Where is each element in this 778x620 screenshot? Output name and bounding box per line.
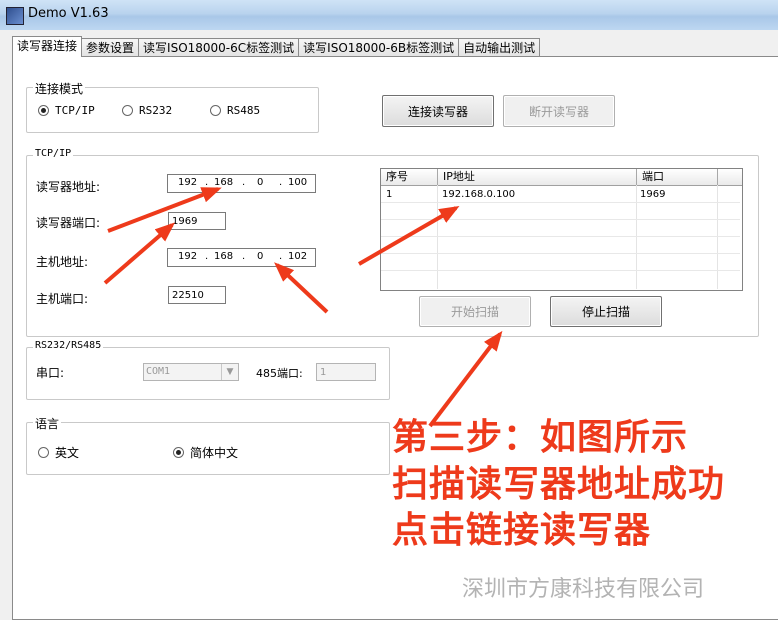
arrow-to-scan-list bbox=[358, 206, 460, 266]
arrow-to-reader-port bbox=[103, 222, 176, 285]
annotation-line-1: 第三步：如图所示 bbox=[392, 417, 689, 458]
annotation-arrows bbox=[103, 187, 503, 428]
company-watermark: 深圳市方康科技有限公司 bbox=[462, 577, 705, 602]
arrow-to-reader-address bbox=[107, 187, 222, 233]
tab-reader-connect[interactable]: 读写器连接 bbox=[12, 36, 83, 57]
arrow-to-host-address bbox=[274, 262, 329, 314]
annotation-line-3: 点击链接读写器 bbox=[392, 510, 652, 551]
annotation-line-2: 扫描读写器地址成功 bbox=[392, 464, 726, 505]
